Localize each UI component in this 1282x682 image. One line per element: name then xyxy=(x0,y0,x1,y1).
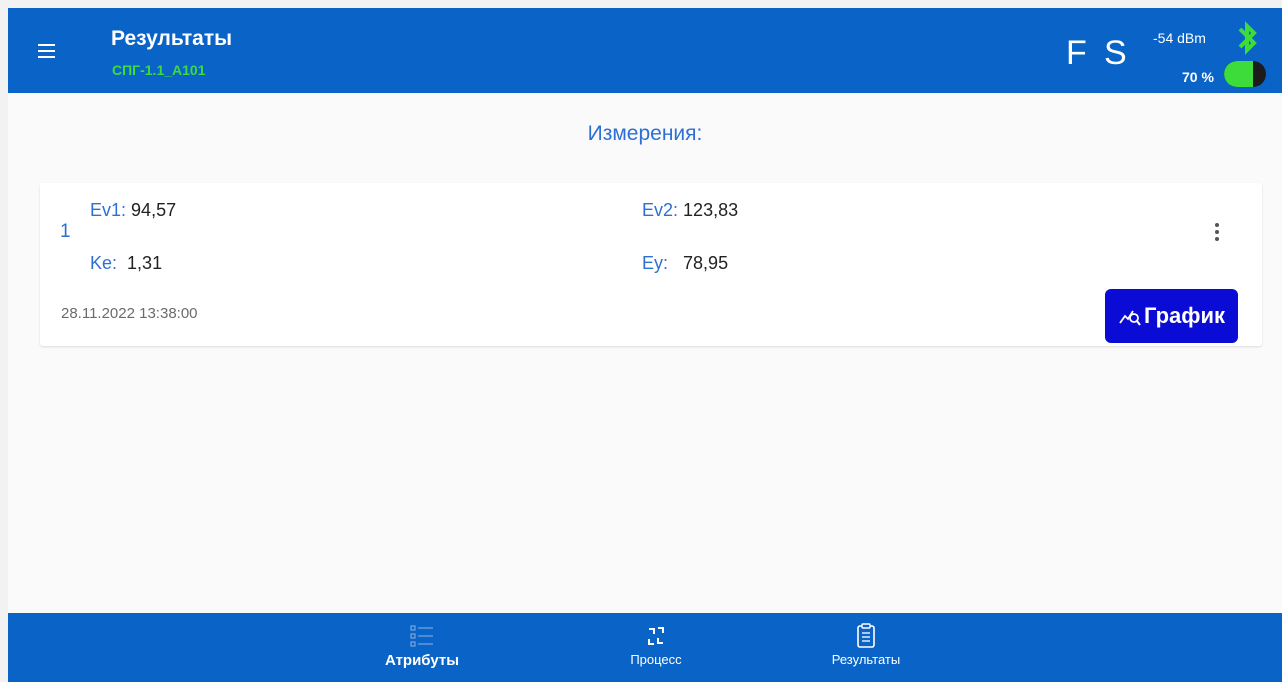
page-subtitle: СПГ-1.1_А101 xyxy=(112,62,206,78)
refresh-icon xyxy=(648,627,664,645)
measurement-index: 1 xyxy=(60,221,71,242)
signal-strength: -54 dBm xyxy=(1153,30,1206,46)
ev1-label: Ev1: xyxy=(90,200,127,220)
bluetooth-icon xyxy=(1238,21,1257,55)
ke-field: Ke: 1,31 xyxy=(90,253,162,274)
ke-label: Ke: xyxy=(90,253,118,273)
ey-label: Ey: xyxy=(642,253,669,273)
nav-label-attributes: Атрибуты xyxy=(384,652,460,669)
clipboard-icon xyxy=(857,623,875,648)
graph-button-label: График xyxy=(1143,303,1226,328)
measurement-timestamp: 28.11.2022 13:38:00 xyxy=(61,305,198,322)
ey-value: 78,95 xyxy=(683,253,729,273)
nav-item-process[interactable]: Процесс xyxy=(591,613,721,682)
nav-label-results: Результаты xyxy=(831,652,901,667)
ke-value: 1,31 xyxy=(127,253,163,273)
app-window: Результаты СПГ-1.1_А101 F S -54 dBm 70 %… xyxy=(8,8,1282,682)
nav-item-results[interactable]: Результаты xyxy=(801,613,931,682)
menu-icon[interactable] xyxy=(32,36,62,66)
nav-label-process: Процесс xyxy=(630,652,682,667)
measurement-card: 1 Ev1: 94,57 Ke: 1,31 Ev2: 123,83 Ey: 78… xyxy=(40,183,1262,346)
status-f-indicator: F xyxy=(1066,34,1087,72)
chart-search-icon xyxy=(1119,310,1141,326)
bottom-navigation: Атрибуты Процесс Результаты xyxy=(8,613,1282,682)
battery-percent: 70 % xyxy=(1182,69,1214,85)
status-s-indicator: S xyxy=(1104,34,1127,72)
more-options-icon[interactable] xyxy=(1205,217,1229,247)
list-icon xyxy=(410,625,433,647)
ev2-field: Ev2: 123,83 xyxy=(642,200,738,221)
ev2-value: 123,83 xyxy=(683,200,739,220)
section-title: Измерения: xyxy=(587,122,703,145)
nav-item-attributes[interactable]: Атрибуты xyxy=(357,613,487,682)
ev1-value: 94,57 xyxy=(131,200,177,220)
battery-level-fill xyxy=(1224,61,1254,87)
ey-field: Ey: 78,95 xyxy=(642,253,728,274)
page-title: Результаты xyxy=(111,27,233,50)
ev2-label: Ev2: xyxy=(642,200,679,220)
ev1-field: Ev1: 94,57 xyxy=(90,200,176,221)
top-app-bar: Результаты СПГ-1.1_А101 F S -54 dBm 70 % xyxy=(8,8,1282,93)
battery-icon xyxy=(1224,61,1266,87)
graph-button[interactable]: График xyxy=(1105,289,1238,343)
